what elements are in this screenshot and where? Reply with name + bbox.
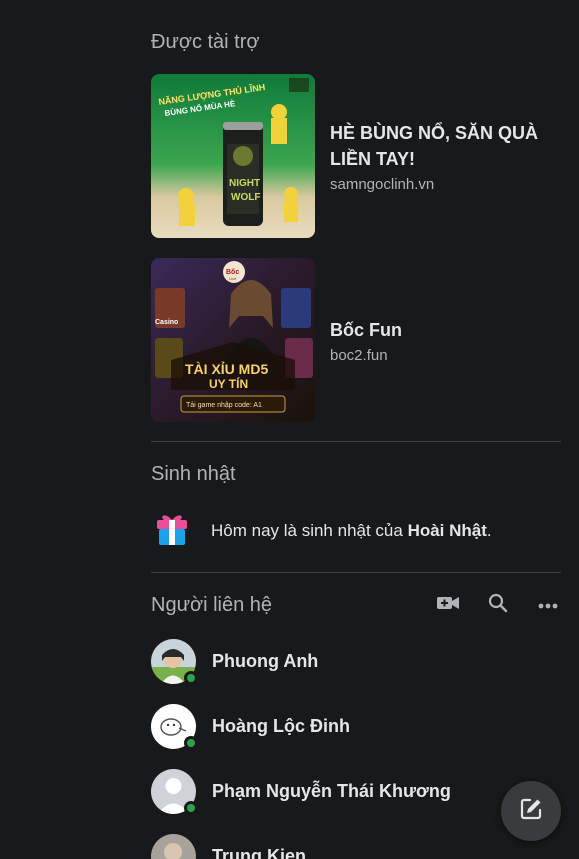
ad-text[interactable]: Bốc Fun boc2.fun [330, 317, 402, 364]
birthday-item[interactable]: Hôm nay là sinh nhật của Hoài Nhật. [155, 510, 492, 551]
birthday-heading: Sinh nhật [151, 463, 236, 485]
contact-name[interactable]: Phạm Nguyễn Thái Khương [212, 781, 451, 802]
contact-name[interactable]: Hoàng Lộc Đinh [212, 716, 350, 737]
contact-item[interactable]: Trung Kien [151, 832, 561, 859]
contacts-search-button[interactable] [473, 590, 523, 620]
ad-image-logo: Bốc [226, 268, 239, 276]
sponsored-heading: Được tài trợ [151, 31, 260, 53]
birthday-person[interactable]: Hoài Nhật [408, 521, 487, 540]
birthday-prefix: Hôm nay là sinh nhật của [211, 520, 408, 540]
ad-domain: boc2.fun [330, 346, 388, 364]
contacts-more-button[interactable] [523, 590, 573, 620]
contact-name[interactable]: Phuong Anh [212, 651, 318, 672]
online-indicator [184, 735, 198, 750]
ad-image-logo-sub: Live [229, 276, 237, 281]
more-icon [538, 596, 558, 614]
ad-image-headline-1: TÀI XỈU MD5 [185, 361, 268, 377]
ad-image-can-text-2: WOLF [231, 192, 260, 203]
avatar [151, 638, 198, 685]
ad-image-code: Tải game nhập code: A1 [186, 402, 262, 409]
new-message-icon [519, 797, 543, 826]
ad-title[interactable]: Bốc Fun [330, 317, 402, 343]
ad-samngoclinh[interactable]: NĂNG LƯỢNG THỦ LĨNH BÙNG NỔ MÙA HÈ NIGHT… [151, 74, 561, 238]
ad-image-casino: Casino [155, 319, 178, 326]
contacts-heading: Người liên hệ [151, 593, 273, 616]
avatar [151, 833, 196, 859]
birthday-suffix: . [486, 520, 492, 540]
new-message-button[interactable] [501, 781, 561, 841]
video-call-icon [437, 595, 459, 616]
search-icon [488, 593, 508, 618]
ad-image-headline-2: UY TÍN [209, 376, 248, 391]
avatar [151, 768, 198, 815]
ad-bocfun[interactable]: Bốc Live Casino TÀI XỈU MD5 UY TÍN Tải g… [151, 258, 561, 422]
ad-text[interactable]: HÈ BÙNG NỔ, SĂN QUÀ LIỀN TAY! samngoclin… [330, 120, 538, 193]
online-indicator [184, 800, 198, 815]
divider [151, 441, 561, 442]
avatar [151, 703, 198, 750]
online-indicator [184, 670, 198, 685]
ad-title-line-1[interactable]: HÈ BÙNG NỔ, SĂN QUÀ [330, 120, 538, 146]
contacts-actions [423, 590, 573, 620]
contact-item[interactable]: Phạm Nguyễn Thái Khương [151, 767, 561, 815]
ad-domain: samngoclinh.vn [330, 175, 435, 193]
video-call-button[interactable] [423, 590, 473, 620]
contact-item[interactable]: Phuong Anh [151, 637, 561, 685]
contact-item[interactable]: Hoàng Lộc Đinh [151, 702, 561, 750]
contact-name[interactable]: Trung Kien [212, 846, 306, 859]
ad-title-line-2[interactable]: LIỀN TAY! [330, 146, 538, 172]
birthday-text: Hôm nay là sinh nhật của Hoài Nhật. [211, 521, 492, 541]
contacts-header: Người liên hệ [151, 590, 561, 620]
ad-image-nightwolf[interactable]: NĂNG LƯỢNG THỦ LĨNH BÙNG NỔ MÙA HÈ NIGHT… [151, 74, 315, 238]
gift-icon [155, 510, 189, 551]
divider [151, 572, 561, 573]
ad-image-bocfun[interactable]: Bốc Live Casino TÀI XỈU MD5 UY TÍN Tải g… [151, 258, 315, 422]
ad-image-can-text-1: NIGHT [229, 178, 260, 189]
